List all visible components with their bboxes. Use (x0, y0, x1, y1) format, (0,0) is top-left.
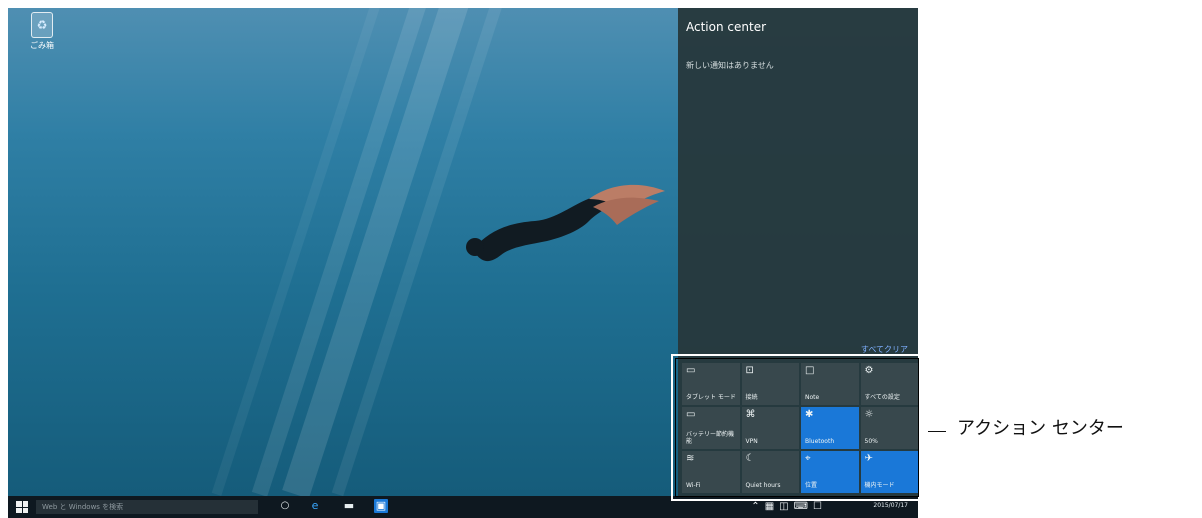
windows-logo-icon (16, 507, 22, 513)
recycle-bin-icon: ♻ (31, 12, 53, 38)
store-icon[interactable]: ▣ (374, 499, 388, 513)
taskbar-date[interactable]: 2015/07/17 (873, 502, 908, 509)
network-icon[interactable]: ▦ (765, 501, 774, 512)
annotation-label: アクション センター (957, 418, 1124, 439)
action-center-icon[interactable]: ☐ (813, 501, 822, 512)
task-view-icon[interactable]: ○ (278, 499, 292, 513)
sun-ray (282, 8, 482, 499)
edge-icon[interactable]: e (308, 499, 322, 513)
volume-icon[interactable]: ◫ (779, 501, 788, 512)
recycle-bin[interactable]: ♻ ごみ箱 (22, 12, 62, 51)
annotation-line (928, 431, 946, 432)
system-tray: ⌃ ▦ ◫ ⌨ ☐ (751, 501, 822, 512)
windows-logo-icon (16, 501, 22, 507)
windows-logo-icon (22, 501, 28, 507)
file-explorer-icon[interactable]: ▬ (342, 499, 356, 513)
diver-image (466, 184, 665, 262)
keyboard-icon[interactable]: ⌨ (794, 501, 808, 512)
recycle-bin-label: ごみ箱 (30, 41, 54, 50)
no-notifications-text: 新しい通知はありません (686, 61, 774, 70)
action-center-title: Action center (686, 20, 767, 34)
windows-logo-icon (22, 507, 28, 513)
taskbar-search-box[interactable]: Web と Windows を検索 (36, 500, 258, 514)
action-center-highlight (671, 354, 923, 501)
start-button[interactable] (16, 501, 28, 513)
chevron-up-icon[interactable]: ⌃ (751, 501, 759, 512)
